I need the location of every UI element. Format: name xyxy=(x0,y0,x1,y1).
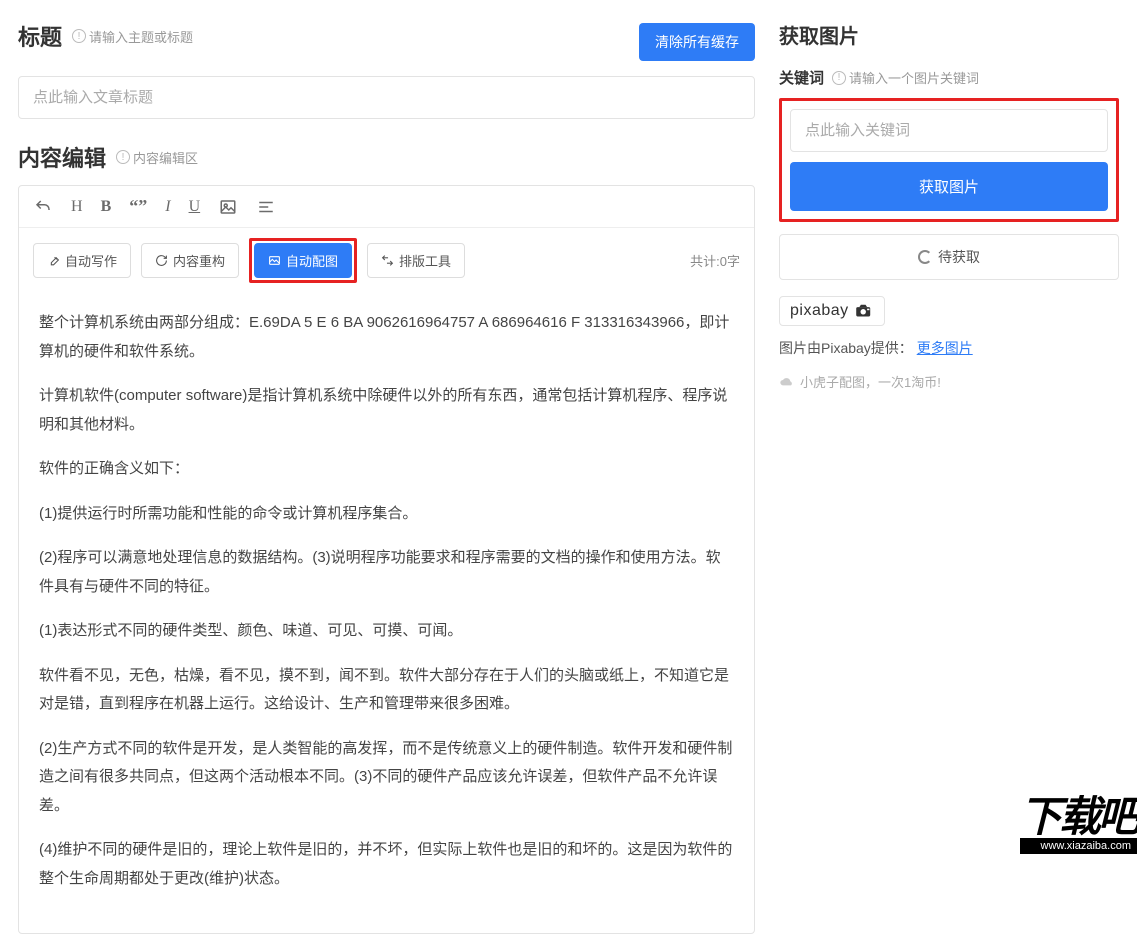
quote-icon[interactable]: “” xyxy=(129,196,147,217)
auto-image-label: 自动配图 xyxy=(286,251,338,270)
content-rebuild-label: 内容重构 xyxy=(173,251,225,270)
content-rebuild-button[interactable]: 内容重构 xyxy=(141,243,239,278)
paragraph: 整个计算机系统由两部分组成：E.69DA 5 E 6 BA 9062616964… xyxy=(39,309,734,366)
paragraph: 软件看不见，无色，枯燥，看不见，摸不到，闻不到。软件大部分存在于人们的头脑或纸上… xyxy=(39,662,734,719)
auto-image-button[interactable]: 自动配图 xyxy=(254,243,352,278)
paragraph: 计算机软件(computer software)是指计算机系统中除硬件以外的所有… xyxy=(39,382,734,439)
italic-icon[interactable]: I xyxy=(165,198,170,216)
tip-text: 小虎子配图，一次1淘币! xyxy=(800,372,941,391)
layout-tool-button[interactable]: 排版工具 xyxy=(367,243,465,278)
title-label: 标题 xyxy=(18,20,62,52)
align-left-icon[interactable] xyxy=(256,197,276,217)
title-hint: ! 请输入主题或标题 xyxy=(72,27,193,46)
info-icon: ! xyxy=(72,29,86,43)
auto-image-highlight: 自动配图 xyxy=(249,238,357,283)
editor-label: 内容编辑 xyxy=(18,141,106,173)
camera-icon xyxy=(854,304,874,318)
image-icon[interactable] xyxy=(218,197,238,217)
title-hint-text: 请输入主题或标题 xyxy=(89,27,193,46)
undo-icon[interactable] xyxy=(33,197,53,217)
more-images-link[interactable]: 更多图片 xyxy=(917,340,973,356)
paragraph: 软件的正确含义如下： xyxy=(39,455,734,484)
sidebar-title: 获取图片 xyxy=(779,20,859,49)
title-input[interactable] xyxy=(18,76,755,119)
clear-cache-button[interactable]: 清除所有缓存 xyxy=(639,23,755,61)
bold-icon[interactable]: B xyxy=(101,198,112,216)
sidebar: 获取图片 关键词 ! 请输入一个图片关键词 获取图片 待获取 pixabay 图… xyxy=(779,20,1119,860)
provider-line: 图片由Pixabay提供： 更多图片 xyxy=(779,338,1119,358)
auto-write-label: 自动写作 xyxy=(65,251,117,270)
editor-section-header: 内容编辑 ! 内容编辑区 xyxy=(18,141,755,173)
cloud-icon xyxy=(779,376,795,388)
paragraph: (2)程序可以满意地处理信息的数据结构。(3)说明程序功能要求和程序需要的文档的… xyxy=(39,544,734,601)
title-header-row: 标题 ! 请输入主题或标题 清除所有缓存 xyxy=(18,20,755,64)
provider-text: 图片由Pixabay提供： xyxy=(779,340,913,356)
paragraph: (4)维护不同的硬件是旧的，理论上软件是旧的，并不坏，但实际上软件也是旧的和坏的… xyxy=(39,836,734,893)
keyword-label: 关键词 xyxy=(779,67,824,88)
auto-write-button[interactable]: 自动写作 xyxy=(33,243,131,278)
fetch-image-button[interactable]: 获取图片 xyxy=(790,162,1108,211)
watermark: 下载吧 www.xiazaiba.com xyxy=(1020,783,1137,854)
sidebar-title-row: 获取图片 xyxy=(779,20,1119,49)
tip-line: 小虎子配图，一次1淘币! xyxy=(779,372,1119,391)
pending-button[interactable]: 待获取 xyxy=(779,234,1119,280)
keyword-label-row: 关键词 ! 请输入一个图片关键词 xyxy=(779,67,1119,88)
spinner-icon xyxy=(918,250,932,264)
pixabay-badge: pixabay xyxy=(779,296,885,326)
editor-box: H B “” I U 自动写作 xyxy=(18,185,755,934)
keyword-highlight-box: 获取图片 xyxy=(779,98,1119,222)
keyword-input[interactable] xyxy=(790,109,1108,152)
paragraph: (2)生产方式不同的软件是开发，是人类智能的高发挥，而不是传统意义上的硬件制造。… xyxy=(39,735,734,821)
heading-icon[interactable]: H xyxy=(71,198,83,216)
main-column: 标题 ! 请输入主题或标题 清除所有缓存 内容编辑 ! 内容编辑区 xyxy=(18,20,755,860)
watermark-logo: 下载吧 xyxy=(1020,783,1137,844)
editor-hint: ! 内容编辑区 xyxy=(116,148,198,167)
editor-section: 内容编辑 ! 内容编辑区 H B “” I U xyxy=(18,141,755,934)
keyword-hint-text: 请输入一个图片关键词 xyxy=(849,68,979,87)
action-toolbar: 自动写作 内容重构 自动配图 排版工具 xyxy=(19,228,754,293)
info-icon: ! xyxy=(116,150,130,164)
editor-content[interactable]: 整个计算机系统由两部分组成：E.69DA 5 E 6 BA 9062616964… xyxy=(19,293,754,933)
keyword-hint: ! 请输入一个图片关键词 xyxy=(832,68,979,87)
format-toolbar: H B “” I U xyxy=(19,186,754,228)
layout-tool-label: 排版工具 xyxy=(399,251,451,270)
paragraph: (1)表达形式不同的硬件类型、颜色、味道、可见、可摸、可闻。 xyxy=(39,617,734,646)
pending-label: 待获取 xyxy=(938,247,980,267)
info-icon: ! xyxy=(832,71,846,85)
title-section-header: 标题 ! 请输入主题或标题 xyxy=(18,20,193,52)
pixabay-text: pixabay xyxy=(790,302,849,320)
word-count: 共计:0字 xyxy=(690,251,740,270)
paragraph: (1)提供运行时所需功能和性能的命令或计算机程序集合。 xyxy=(39,500,734,529)
editor-hint-text: 内容编辑区 xyxy=(133,148,198,167)
underline-icon[interactable]: U xyxy=(189,198,201,216)
